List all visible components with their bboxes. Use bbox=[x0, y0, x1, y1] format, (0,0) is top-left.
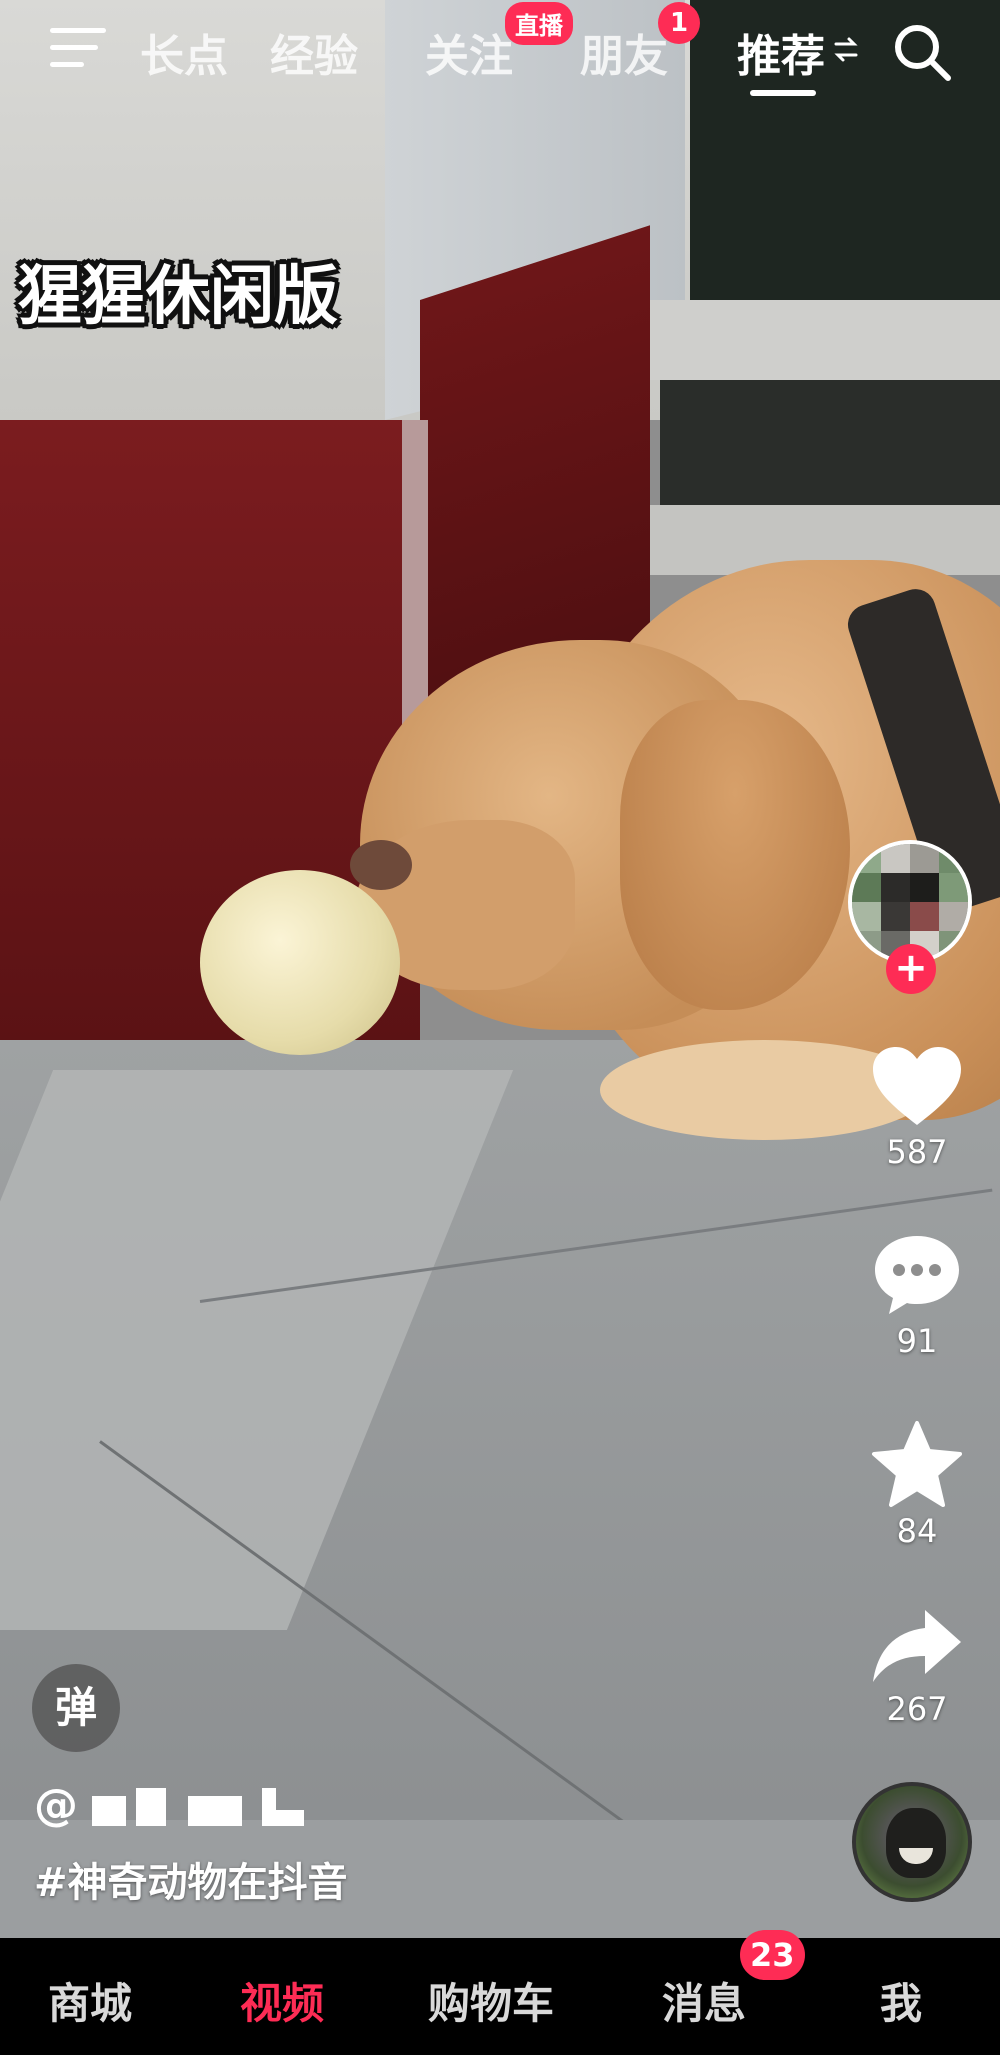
tab-experience[interactable]: 经验 bbox=[270, 20, 358, 84]
comment-count: 91 bbox=[896, 1322, 938, 1360]
bottom-tab-cart[interactable]: 购物车 bbox=[428, 1970, 554, 2031]
tab-recommend[interactable]: 推荐 bbox=[737, 20, 825, 84]
share-icon bbox=[873, 1610, 961, 1682]
favorite-count: 84 bbox=[896, 1512, 938, 1550]
bottom-tab-messages[interactable]: 消息 bbox=[662, 1970, 746, 2031]
author-at-symbol[interactable]: @ bbox=[34, 1780, 78, 1831]
scene-step bbox=[650, 300, 1000, 380]
top-nav: 长点 经验 关注 直播 朋友 1 推荐 bbox=[0, 0, 1000, 110]
author-name-pixelated[interactable] bbox=[92, 1788, 322, 1832]
bottom-tab-me[interactable]: 我 bbox=[880, 1970, 922, 2031]
comment-button[interactable]: 91 bbox=[842, 1232, 992, 1360]
follow-button[interactable]: + bbox=[886, 944, 936, 994]
swap-icon[interactable] bbox=[834, 36, 858, 64]
messages-count-badge: 23 bbox=[740, 1930, 805, 1980]
music-disc[interactable] bbox=[852, 1782, 972, 1902]
menu-icon[interactable] bbox=[50, 26, 106, 70]
like-button[interactable]: 587 bbox=[842, 1045, 992, 1171]
video-caption-overlay: 猩猩休闲版 bbox=[18, 260, 338, 334]
comment-icon bbox=[875, 1236, 959, 1314]
favorite-button[interactable]: 84 bbox=[842, 1420, 992, 1550]
bottom-tab-video[interactable]: 视频 bbox=[240, 1970, 324, 2031]
share-count: 267 bbox=[886, 1690, 948, 1728]
danmu-toggle-button[interactable]: 弹 bbox=[32, 1664, 120, 1752]
bottom-nav: 商城 视频 购物车 消息 23 我 bbox=[0, 1930, 1000, 2055]
dog-nose bbox=[350, 840, 412, 890]
like-count: 587 bbox=[886, 1133, 948, 1171]
hashtag-link[interactable]: #神奇动物在抖音 bbox=[34, 1850, 348, 1908]
music-cover-image bbox=[886, 1808, 946, 1878]
heart-icon bbox=[873, 1047, 961, 1125]
author-avatar-group[interactable]: + bbox=[840, 840, 978, 1000]
active-tab-indicator bbox=[750, 90, 816, 96]
star-icon bbox=[872, 1421, 962, 1507]
tab-friends[interactable]: 朋友 bbox=[580, 20, 668, 84]
tab-nearby[interactable]: 长点 bbox=[140, 20, 228, 84]
toy-ball bbox=[200, 870, 400, 1055]
bottom-tab-mall[interactable]: 商城 bbox=[48, 1970, 132, 2031]
scene-step-shadow bbox=[660, 380, 1000, 510]
tab-following[interactable]: 关注 bbox=[425, 20, 513, 84]
search-icon[interactable] bbox=[890, 20, 954, 84]
live-badge: 直播 bbox=[505, 2, 573, 45]
share-button[interactable]: 267 bbox=[842, 1606, 992, 1728]
friends-count-badge: 1 bbox=[658, 2, 700, 44]
